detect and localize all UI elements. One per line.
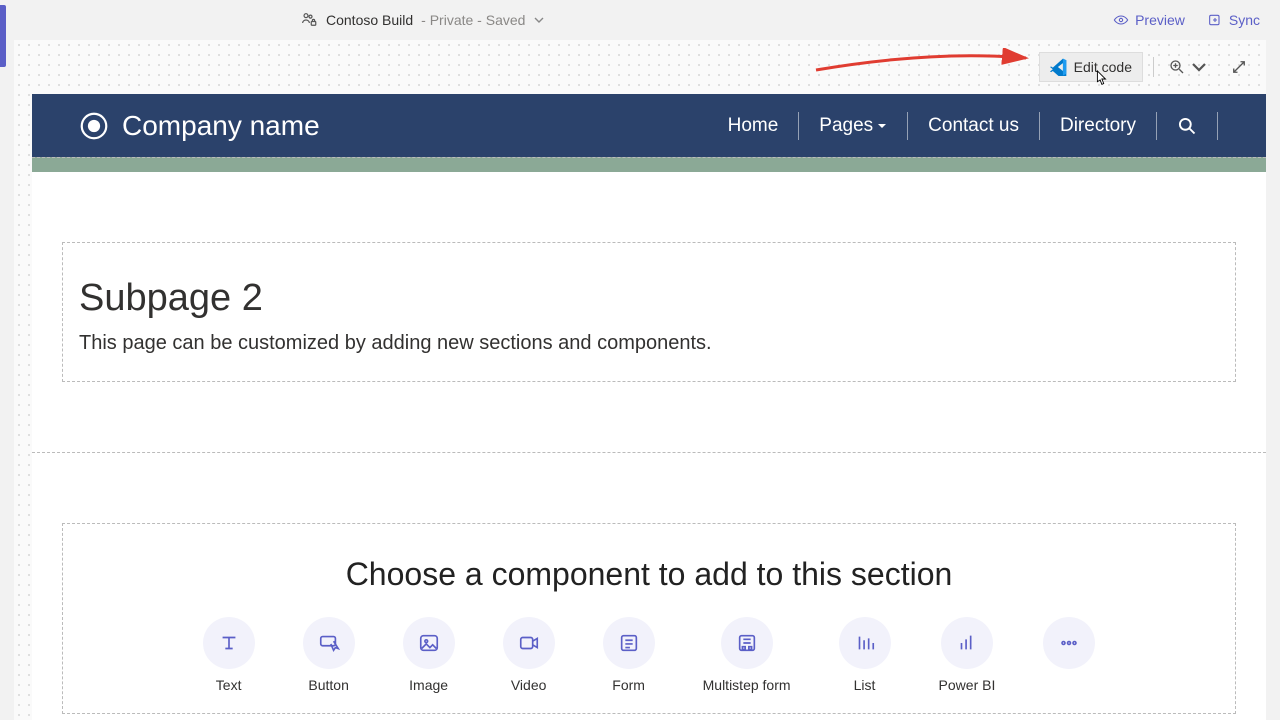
component-label: Image <box>409 677 448 693</box>
component-label: Form <box>612 677 645 693</box>
nav-pages[interactable]: Pages <box>799 115 907 137</box>
component-label: Video <box>511 677 547 693</box>
component-text[interactable]: Text <box>203 617 255 693</box>
magnifier-plus-icon <box>1168 58 1186 76</box>
nav-directory[interactable]: Directory <box>1040 115 1156 137</box>
canvas-toolbar: Edit code <box>1039 52 1252 82</box>
site-brand[interactable]: Company name <box>80 110 320 142</box>
component-powerbi[interactable]: Power BI <box>939 617 996 693</box>
caret-down-icon <box>877 121 887 131</box>
vscode-icon <box>1050 58 1068 76</box>
search-icon <box>1177 116 1197 136</box>
annotation-arrow <box>814 48 1034 76</box>
content-section[interactable]: Subpage 2 This page can be customized by… <box>62 242 1236 382</box>
eye-icon <box>1113 12 1129 28</box>
toolbar-divider <box>1153 57 1154 77</box>
site-preview-frame: Company name Home Pages Contact us Direc… <box>32 94 1266 720</box>
component-row: Text Button Image Video <box>79 617 1219 693</box>
chevron-down-icon <box>533 14 545 26</box>
form-icon <box>618 632 640 654</box>
zoom-button[interactable] <box>1164 54 1212 80</box>
app-header: Contoso Build - Private - Saved Preview … <box>0 0 1280 40</box>
sync-button[interactable]: Sync <box>1207 12 1260 28</box>
component-label: Multistep form <box>703 677 791 693</box>
button-cursor-icon <box>318 632 340 654</box>
list-bars-icon <box>854 632 876 654</box>
design-canvas: Edit code Company name Home Pages <box>14 40 1266 720</box>
left-rail-selection-indicator <box>0 5 6 67</box>
multistep-form-icon <box>736 632 758 654</box>
people-lock-icon <box>300 11 318 29</box>
component-picker-section: Choose a component to add to this sectio… <box>62 523 1236 714</box>
component-label: Text <box>216 677 242 693</box>
document-title: Contoso Build <box>326 12 413 28</box>
cursor-pointer-icon <box>1092 69 1110 89</box>
powerbi-icon <box>956 632 978 654</box>
component-label: Power BI <box>939 677 996 693</box>
document-state: - Private - Saved <box>421 12 525 28</box>
component-image[interactable]: Image <box>403 617 455 693</box>
component-picker-heading: Choose a component to add to this sectio… <box>79 556 1219 593</box>
brand-logo-icon <box>80 112 108 140</box>
page-body-text: This page can be customized by adding ne… <box>79 332 1219 355</box>
component-multistep-form[interactable]: Multistep form <box>703 617 791 693</box>
hero-accent-bar <box>32 157 1266 172</box>
edit-code-button[interactable]: Edit code <box>1039 52 1143 82</box>
component-label: List <box>854 677 876 693</box>
brand-label: Company name <box>122 110 320 142</box>
component-video[interactable]: Video <box>503 617 555 693</box>
image-icon <box>418 632 440 654</box>
component-button[interactable]: Button <box>303 617 355 693</box>
expand-icon <box>1230 58 1248 76</box>
component-list[interactable]: List <box>839 617 891 693</box>
fullscreen-button[interactable] <box>1226 54 1252 80</box>
document-title-group[interactable]: Contoso Build - Private - Saved <box>300 11 545 29</box>
nav-search-button[interactable] <box>1157 116 1217 136</box>
site-navbar: Company name Home Pages Contact us Direc… <box>32 94 1266 157</box>
nav-pages-label: Pages <box>819 115 873 137</box>
text-icon <box>218 632 240 654</box>
preview-label: Preview <box>1135 12 1185 28</box>
component-more[interactable] <box>1043 617 1095 693</box>
sync-label: Sync <box>1229 12 1260 28</box>
component-form[interactable]: Form <box>603 617 655 693</box>
video-icon <box>518 632 540 654</box>
nav-home-label: Home <box>728 115 779 137</box>
preview-button[interactable]: Preview <box>1113 12 1185 28</box>
page-title: Subpage 2 <box>79 277 1219 320</box>
nav-contact[interactable]: Contact us <box>908 115 1039 137</box>
nav-items: Home Pages Contact us Directory <box>708 112 1218 140</box>
more-ellipsis-icon <box>1058 632 1080 654</box>
nav-divider <box>1217 112 1218 140</box>
nav-home[interactable]: Home <box>708 115 799 137</box>
nav-contact-label: Contact us <box>928 115 1019 137</box>
component-label: Button <box>308 677 348 693</box>
sync-icon <box>1207 12 1223 28</box>
nav-directory-label: Directory <box>1060 115 1136 137</box>
chevron-down-icon <box>1190 58 1208 76</box>
